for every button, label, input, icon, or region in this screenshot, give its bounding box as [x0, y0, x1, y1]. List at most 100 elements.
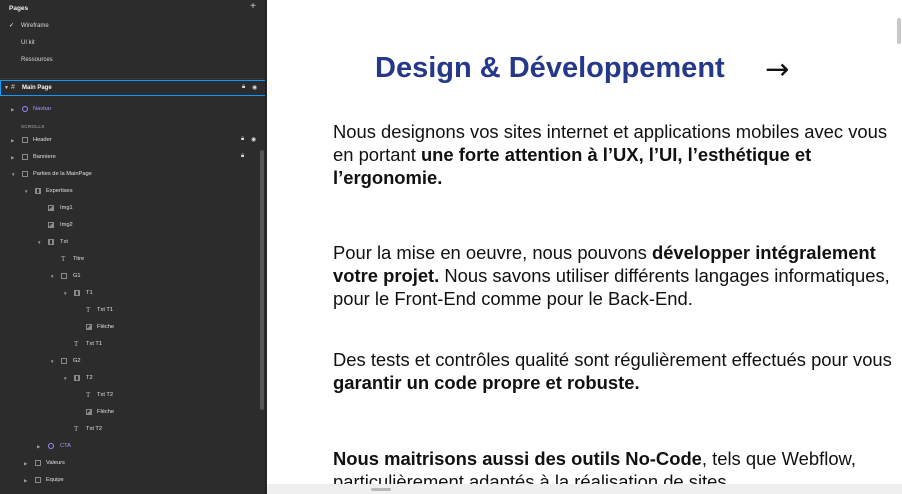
frame-icon — [22, 171, 28, 177]
chevron-right-icon[interactable]: ▶ — [24, 478, 27, 484]
layer-label: Expertises — [46, 188, 73, 194]
paragraph-bold: Nous maitrisons aussi des outils No-Code — [333, 448, 702, 469]
layer-label: G1 — [73, 273, 81, 279]
layer-label: Banniere — [33, 154, 56, 160]
layer-img1[interactable]: Img1 — [0, 200, 265, 217]
layer-fleche-2[interactable]: Flèche — [0, 404, 265, 421]
page-label: Ressources — [21, 57, 53, 63]
paragraph-text: Pour la mise en oeuvre, nous pouvons — [333, 242, 652, 263]
layer-valeurs[interactable]: ▶ Valeurs — [0, 455, 265, 472]
horizontal-scrollbar[interactable] — [371, 488, 391, 491]
horizontal-scroll-track — [267, 484, 902, 494]
paragraph-text: Des tests et contrôles qualité sont régu… — [333, 349, 892, 370]
layer-label: Header — [33, 137, 52, 143]
layer-t2[interactable]: ▼ T2 — [0, 370, 265, 387]
lock-icon[interactable]: 🔒︎ — [242, 84, 245, 91]
component-icon — [48, 443, 54, 449]
frame-grid-icon — [35, 188, 41, 194]
frame-icon — [22, 154, 28, 160]
layer-label: Equipe — [46, 477, 64, 483]
panel-scrollbar[interactable] — [260, 150, 264, 410]
layer-label: Flèche — [97, 324, 115, 330]
layer-label: Txt — [60, 239, 68, 245]
panel-divider — [0, 78, 265, 79]
image-icon — [86, 324, 92, 330]
chevron-right-icon[interactable]: ▶ — [24, 461, 27, 467]
layer-g2[interactable]: ▼ G2 — [0, 353, 265, 370]
lock-icon[interactable]: 🔒︎ — [241, 136, 244, 143]
layer-t1[interactable]: ▼ T1 — [0, 285, 265, 302]
vertical-scrollbar[interactable] — [897, 18, 901, 44]
layer-label: Navbar — [33, 106, 52, 112]
layer-label: Main Page — [22, 85, 52, 91]
layer-fleche-1[interactable]: Flèche — [0, 319, 265, 336]
layer-label: Parties de la MainPage — [33, 171, 92, 177]
layer-expertises[interactable]: ▼ Expertises — [0, 183, 265, 200]
page-item-wireframe[interactable]: ✓ Wireframe — [0, 18, 265, 35]
lock-icon[interactable]: 🔒︎ — [241, 153, 244, 160]
chevron-right-icon[interactable]: ▶ — [11, 107, 14, 113]
chevron-down-icon[interactable]: ▼ — [4, 85, 9, 91]
paragraph-3: Des tests et contrôles qualité sont régu… — [333, 348, 893, 394]
chevron-down-icon[interactable]: ▼ — [24, 189, 28, 194]
chevron-down-icon[interactable]: ▼ — [50, 274, 54, 279]
chevron-down-icon[interactable]: ▼ — [50, 359, 54, 364]
layer-label: Valeurs — [46, 460, 65, 466]
layer-parties-mainpage[interactable]: ▼ Parties de la MainPage — [0, 166, 265, 183]
frame-grid-icon: # — [11, 84, 15, 91]
text-icon: T — [86, 391, 91, 399]
layer-equipe[interactable]: ▶ Equipe — [0, 472, 265, 489]
frame-icon — [61, 273, 67, 279]
page-item-ui-kit[interactable]: UI kit — [0, 35, 265, 52]
add-page-icon[interactable]: + — [250, 2, 256, 12]
layer-main-page[interactable]: ▼ # Main Page 🔒︎ ◉ — [0, 80, 265, 96]
chevron-right-icon[interactable]: ▶ — [11, 155, 14, 161]
text-icon: T — [86, 306, 91, 314]
check-icon: ✓ — [9, 23, 15, 29]
layer-header[interactable]: ▶ Header 🔒︎ ◉ — [0, 132, 265, 149]
layer-txt-t2-inner[interactable]: T Txt T2 — [0, 387, 265, 404]
chevron-down-icon[interactable]: ▼ — [63, 291, 67, 296]
layer-txt-t2[interactable]: T Txt T2 — [0, 421, 265, 438]
layer-label: T2 — [86, 375, 93, 381]
page-label: UI kit — [21, 40, 35, 46]
layer-cta[interactable]: ▶ CTA — [0, 438, 265, 455]
layer-label: Txt T2 — [97, 392, 114, 398]
chevron-down-icon[interactable]: ▼ — [63, 376, 67, 381]
layer-img2[interactable]: Img2 — [0, 217, 265, 234]
layer-label: Flèche — [97, 409, 115, 415]
layer-label: G2 — [73, 358, 81, 364]
arrow-right-icon[interactable]: → — [765, 52, 789, 86]
page-item-ressources[interactable]: Ressources — [0, 52, 265, 69]
component-icon — [22, 106, 28, 112]
canvas-preview: Design & Développement → Nous designons … — [267, 0, 902, 494]
eye-icon[interactable]: ◉ — [251, 136, 256, 143]
layer-label: Txt T1 — [86, 341, 103, 347]
image-icon — [48, 222, 54, 228]
chevron-down-icon[interactable]: ▼ — [11, 172, 15, 177]
layer-banniere[interactable]: ▶ Banniere 🔒︎ — [0, 149, 265, 166]
frame-grid-icon — [74, 290, 80, 296]
text-icon: T — [74, 340, 79, 348]
layer-g1[interactable]: ▼ G1 — [0, 268, 265, 285]
layer-navbar[interactable]: ▶ Navbar — [0, 101, 265, 118]
image-icon — [48, 205, 54, 211]
layer-txt-t1[interactable]: T Txt T1 — [0, 336, 265, 353]
chevron-right-icon[interactable]: ▶ — [37, 444, 40, 450]
layer-label: Titre — [73, 256, 85, 262]
section-heading: Design & Développement — [375, 52, 725, 84]
layer-label: Txt T1 — [97, 307, 114, 313]
pages-header: Pages + — [0, 0, 265, 18]
layer-txt[interactable]: ▼ Txt — [0, 234, 265, 251]
layer-label: Txt T2 — [86, 426, 103, 432]
layers-panel: Pages + ✓ Wireframe UI kit Ressources ▼ … — [0, 0, 266, 494]
eye-icon[interactable]: ◉ — [252, 84, 257, 91]
chevron-right-icon[interactable]: ▶ — [11, 138, 14, 144]
layer-label: Img1 — [60, 205, 73, 211]
chevron-down-icon[interactable]: ▼ — [37, 240, 41, 245]
frame-grid-icon — [48, 239, 54, 245]
paragraph-bold: garantir un code propre et robuste. — [333, 372, 640, 393]
layer-titre[interactable]: T Titre — [0, 251, 265, 268]
layer-txt-t1-inner[interactable]: T Txt T1 — [0, 302, 265, 319]
frame-icon — [22, 137, 28, 143]
